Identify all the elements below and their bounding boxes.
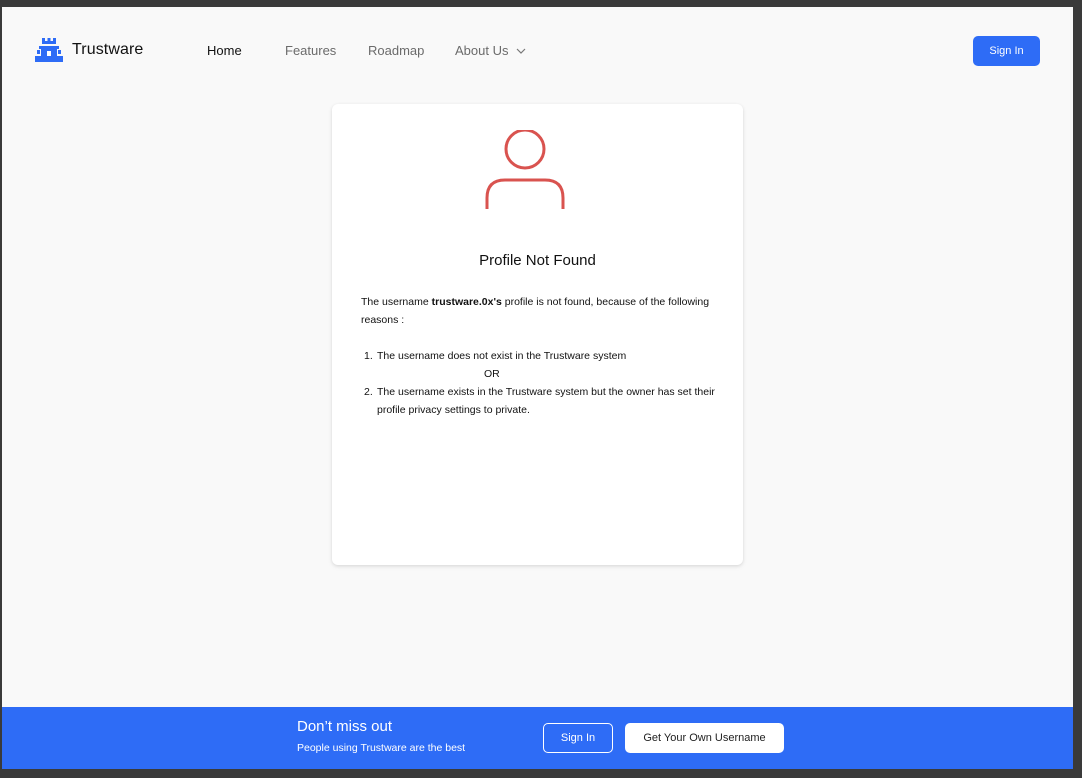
- card-intro-text: The username trustware.0x's profile is n…: [361, 293, 711, 329]
- footer-banner: Don’t miss out People using Trustware ar…: [2, 707, 1073, 769]
- username-text: trustware.0x's: [431, 296, 502, 308]
- get-username-button[interactable]: Get Your Own Username: [625, 723, 784, 753]
- castle-icon: [35, 38, 63, 62]
- nav-home[interactable]: Home: [207, 43, 242, 58]
- brand[interactable]: Trustware: [34, 37, 143, 63]
- brand-name: Trustware: [72, 41, 144, 58]
- nav-roadmap[interactable]: Roadmap: [368, 43, 424, 58]
- footer-sign-in-button[interactable]: Sign In: [543, 723, 613, 753]
- footer-subtitle: People using Trustware are the best: [297, 742, 466, 754]
- reason-text: The username does not exist in the Trust…: [377, 350, 627, 362]
- page-frame: Trustware Home Features Roadmap About Us…: [2, 7, 1073, 769]
- reason-text: The username exists in the Trustware sys…: [377, 386, 715, 416]
- chevron-down-icon: [517, 48, 526, 54]
- reason-number: 2.: [364, 386, 373, 398]
- or-separator: OR: [484, 368, 500, 380]
- nav-features[interactable]: Features: [285, 43, 336, 58]
- intro-prefix: The username: [361, 296, 432, 308]
- card-title: Profile Not Found: [479, 252, 596, 269]
- profile-not-found-card: Profile Not Found The username trustware…: [332, 104, 743, 565]
- top-nav-bar: Trustware Home Features Roadmap About Us…: [2, 7, 1073, 95]
- nav-about-us[interactable]: About Us: [455, 43, 526, 58]
- header-sign-in-button[interactable]: Sign In: [973, 36, 1040, 66]
- footer-title: Don’t miss out: [297, 718, 393, 735]
- user-icon: [485, 130, 565, 209]
- nav-about-label: About Us: [455, 43, 509, 58]
- reason-number: 1.: [364, 350, 373, 362]
